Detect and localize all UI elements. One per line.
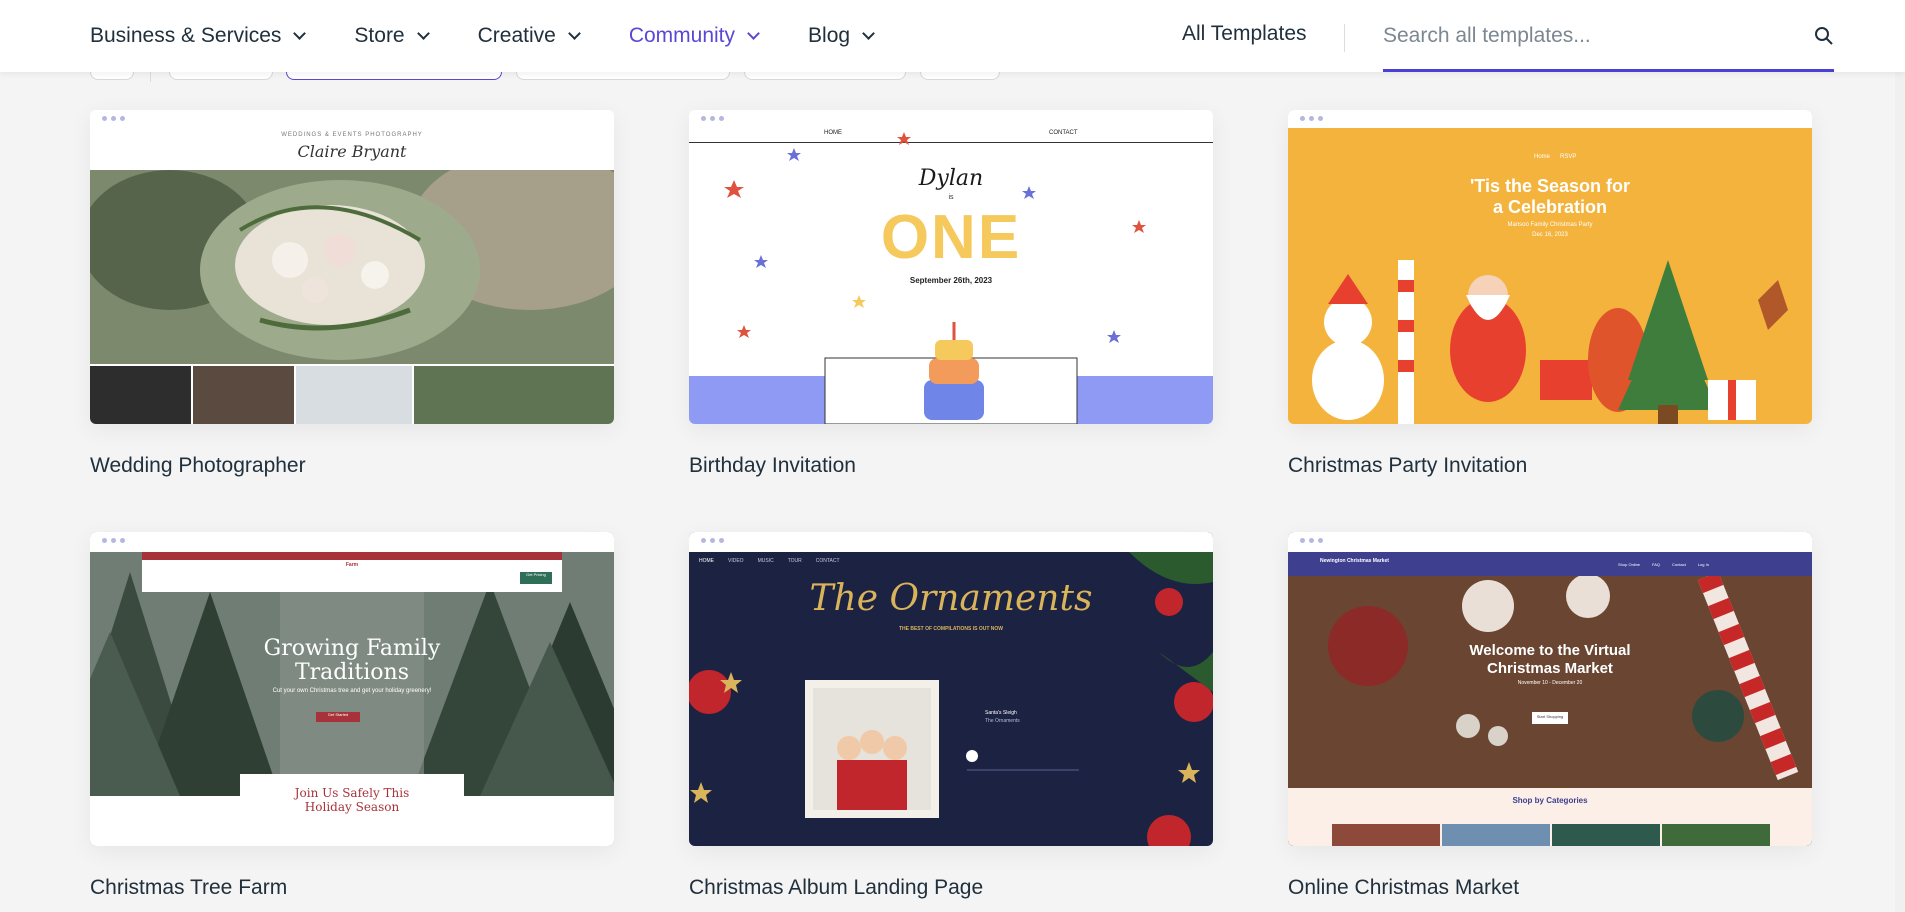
preview-nav-item: Log In: [1697, 562, 1709, 567]
preview-nav-rsvp: RSVP: [1560, 154, 1577, 160]
preview-nav-item: FAQ: [1652, 562, 1661, 567]
search-input[interactable]: [1383, 14, 1783, 58]
nav-label: Business & Services: [90, 24, 282, 47]
nav-label: Blog: [808, 24, 851, 47]
preview-kicker: WEDDINGS & EVENTS PHOTOGRAPHY: [281, 132, 423, 138]
top-navigation-bar: Business & Services Store Creative Commu…: [0, 0, 1905, 72]
more-dots-icon: [701, 116, 724, 121]
strip-photo: [90, 366, 191, 424]
nav-item-blog[interactable]: Blog: [808, 24, 875, 48]
page-scrollbar[interactable]: [1895, 0, 1905, 912]
chevron-down-icon: [862, 27, 875, 40]
preview-heading-line1: 'Tis the Season for: [1470, 176, 1630, 196]
template-title[interactable]: Birthday Invitation: [689, 454, 1213, 478]
preview-sub: Cut your own Christmas tree and get your…: [272, 688, 432, 694]
more-dots-icon: [1300, 538, 1323, 543]
preview-footer-line2: Holiday Season: [304, 800, 400, 814]
template-card-christmas-party-invitation[interactable]: Home RSVP 'Tis the Season for a Celebrat…: [1288, 110, 1812, 478]
preview-heading: The Ornaments: [809, 578, 1093, 619]
preview-header: [689, 532, 1213, 552]
template-thumbnail[interactable]: HOME CONTACT Dylan is ONE September 26th…: [689, 110, 1213, 424]
search-bar: [1383, 14, 1834, 72]
market-photo: [1288, 576, 1812, 846]
nav-item-store[interactable]: Store: [354, 24, 430, 48]
preview-header: [90, 110, 614, 170]
category-nav: Business & Services Store Creative Commu…: [90, 0, 923, 72]
more-dots-icon: [102, 538, 125, 543]
preview-dates: November 10 - December 20: [1517, 680, 1583, 686]
template-thumbnail[interactable]: WEDDINGS & EVENTS PHOTOGRAPHY Claire Bry…: [90, 110, 614, 424]
preview-categories: Shop by Categories: [1512, 796, 1588, 805]
chevron-down-icon: [747, 27, 760, 40]
preview-nav: Shop Online FAQ Contact Log In: [1618, 562, 1709, 567]
nav-item-community[interactable]: Community: [628, 24, 760, 48]
chevron-down-icon: [293, 27, 307, 40]
photo-strip: [90, 366, 614, 424]
preview-artist: The Ornaments: [985, 718, 1020, 724]
template-thumbnail[interactable]: Two Pines Xmas Tree Farm Get Pricing Gro…: [90, 532, 614, 846]
preview-date: Dec 16, 2023: [1532, 232, 1568, 238]
more-dots-icon: [1300, 116, 1323, 121]
template-title[interactable]: Christmas Album Landing Page: [689, 876, 1213, 900]
template-card-online-christmas-market[interactable]: Newington Christmas Market Shop Online F…: [1288, 532, 1812, 900]
nav-divider: [1344, 24, 1345, 52]
more-dots-icon: [102, 116, 125, 121]
template-title[interactable]: Online Christmas Market: [1288, 876, 1812, 900]
template-card-christmas-album-landing-page[interactable]: HOME VIDEO MUSIC TOUR CONTACT The Orname…: [689, 532, 1213, 900]
nav-label: Community: [628, 24, 736, 47]
template-title[interactable]: Christmas Tree Farm: [90, 876, 614, 900]
chevron-down-icon: [416, 27, 430, 40]
template-title[interactable]: Wedding Photographer: [90, 454, 614, 478]
preview-button: Start Shopping: [1536, 714, 1564, 719]
preview-heading-line2: Traditions: [294, 660, 409, 685]
preview-header: [1288, 532, 1812, 552]
preview-brand: Two Pines Xmas Tree Farm: [326, 556, 378, 568]
preview-footer-line1: Join Us Safely This: [294, 786, 410, 800]
template-card-birthday-invitation[interactable]: HOME CONTACT Dylan is ONE September 26th…: [689, 110, 1213, 478]
search-icon[interactable]: [1814, 26, 1834, 46]
chevron-down-icon: [567, 27, 581, 40]
more-dots-icon: [701, 538, 724, 543]
strip-photo: [296, 366, 412, 424]
preview-header: [90, 532, 614, 552]
template-card-christmas-tree-farm[interactable]: Two Pines Xmas Tree Farm Get Pricing Gro…: [90, 532, 614, 900]
template-thumbnail[interactable]: Newington Christmas Market Shop Online F…: [1288, 532, 1812, 846]
confetti-stars: [689, 132, 1213, 424]
preview-cta: Get Pricing: [526, 572, 546, 577]
preview-sub: THE BEST OF COMPILATIONS IS OUT NOW: [898, 626, 1004, 632]
all-templates-link[interactable]: All Templates: [1182, 22, 1307, 46]
preview-button: Get Started: [327, 712, 349, 717]
template-thumbnail[interactable]: Home RSVP 'Tis the Season for a Celebrat…: [1288, 110, 1812, 424]
strip-photo: [193, 366, 294, 424]
preview-heading-line1: Growing Family: [263, 636, 441, 661]
template-title[interactable]: Christmas Party Invitation: [1288, 454, 1812, 478]
nav-item-business-services[interactable]: Business & Services: [90, 24, 307, 48]
christmas-illustration: [1312, 260, 1788, 424]
nav-label: Creative: [477, 24, 556, 47]
template-thumbnail[interactable]: HOME VIDEO MUSIC TOUR CONTACT The Orname…: [689, 532, 1213, 846]
preview-heading-line2: a Celebration: [1492, 197, 1608, 217]
preview-nav-home: Home: [1534, 154, 1551, 160]
preview-heading-line2: Christmas Market: [1487, 660, 1613, 677]
bouquet-photo: [90, 170, 614, 364]
nav-item-creative[interactable]: Creative: [477, 24, 581, 48]
preview-heading-line1: Welcome to the Virtual: [1469, 642, 1631, 659]
nav-label: Store: [354, 24, 405, 47]
preview-brand: Newington Christmas Market: [1320, 558, 1389, 564]
preview-heading: Claire Bryant: [297, 142, 407, 161]
preview-navbar: [1288, 552, 1812, 576]
template-card-wedding-photographer[interactable]: WEDDINGS & EVENTS PHOTOGRAPHY Claire Bry…: [90, 110, 614, 478]
preview-nav-item: Shop Online: [1618, 562, 1641, 567]
preview-track: Santa's Sleigh: [985, 710, 1017, 716]
preview-sub: Mansoo Family Christmas Party: [1507, 222, 1593, 228]
preview-header: [1288, 110, 1812, 128]
preview-nav-item: Contact: [1672, 562, 1686, 567]
strip-photo: [414, 366, 614, 424]
